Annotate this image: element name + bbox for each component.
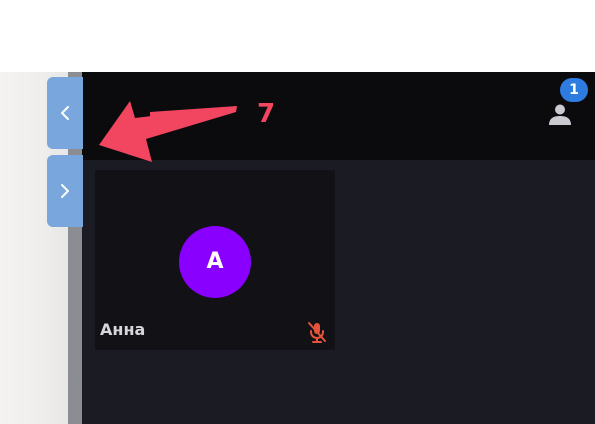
mic-off-icon [308,322,326,343]
annotation-number: 7 [257,99,276,129]
conference-window: 1 A Анна [82,72,595,424]
participant-count-badge: 1 [560,78,588,102]
chevron-right-icon [61,184,69,198]
participants-button[interactable] [544,98,576,130]
avatar: A [179,226,251,298]
participant-name: Анна [100,320,146,339]
collapse-panel-button[interactable] [47,77,83,149]
participant-tile[interactable]: A Анна [95,170,335,350]
page: 1 A Анна 7 [0,0,595,424]
expand-panel-button[interactable] [47,155,83,227]
chevron-left-icon [61,106,69,120]
top-bar: 1 [82,72,595,160]
person-icon [549,104,571,125]
